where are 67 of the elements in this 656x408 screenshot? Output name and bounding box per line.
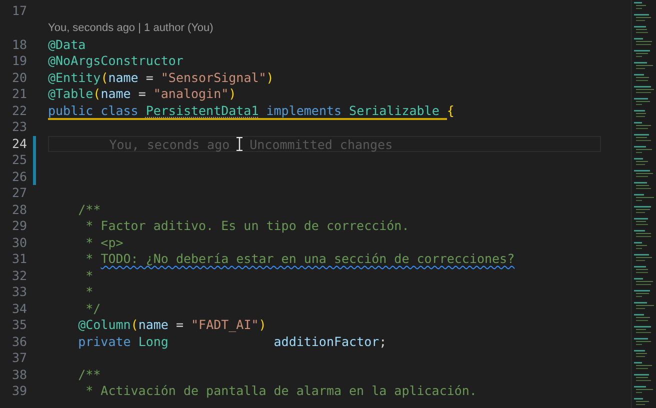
line-number: 18 [10,36,27,53]
code-token: * Factor aditivo. Es un tipo de corrección. [84,218,410,233]
code-token: ( [93,86,101,101]
code-token: * Activación de pantalla de alarma en la aplicación. [84,383,477,398]
code-token: name [100,86,131,101]
code-token: /** [77,366,101,382]
code-token: "analogin" [153,86,229,101]
code-token: ( [130,317,138,332]
code-token: ) [258,317,266,332]
code-token: name [108,70,138,84]
code-token: PersistentData1 [146,102,259,120]
line-number: 31 [10,251,27,268]
line-number: 34 [10,300,27,317]
code-token: */ [84,300,101,316]
blame-annotation: You, seconds ago [108,136,230,152]
code-token: = [174,317,184,332]
code-token: = [137,86,147,101]
code-token: @Column [77,317,131,332]
code-token: name [138,317,168,332]
code-token: = [144,70,154,84]
code-token: /** [77,202,101,216]
line-number: 33 [10,284,27,300]
code-token: @Data [48,36,86,52]
code-token: TODO: ¿No debería estar en una sección de correcciones? [100,251,515,266]
line-number: 24 [10,136,27,152]
line-number: 21 [10,86,27,102]
code-token: @Entity [48,70,101,84]
code-token: ) [266,70,274,84]
line-number: 22 [10,102,27,119]
code-token: * <p> [84,234,124,250]
line-number: 30 [10,234,27,251]
code-token: private [77,334,132,348]
line-number: 32 [10,268,27,284]
code-token: "FADT_AI" [191,317,259,332]
line-number: 27 [10,185,27,202]
minimap-drawing[interactable] [631,0,656,408]
code-token: @Table [48,86,94,101]
line-number: 28 [10,202,27,218]
line-number: 39 [10,383,27,400]
line-number: 36 [10,334,27,350]
code-token: ( [100,70,108,84]
code-token: ; [379,334,387,348]
line-number: 26 [10,168,27,185]
code-token: * [84,251,94,266]
code-token: implements [258,102,350,120]
code-token: ) [228,86,236,101]
codelens-text[interactable]: You, seconds ago | 1 author (You) [48,20,214,36]
code-token: * [84,284,94,299]
line-number: 23 [10,119,27,136]
line-number: 25 [10,152,27,168]
code-token: @NoArgsConstructor [48,53,184,68]
code-token: { [446,102,454,118]
line-number: 19 [10,53,27,70]
code-token: Long [138,334,170,348]
line-number: 37 [10,350,27,366]
blame-annotation: Uncommitted changes [250,136,393,152]
code-token: "SensorSignal" [160,70,266,84]
text-cursor-icon [236,136,243,150]
code-token: * [84,268,94,282]
line-number: 17 [10,3,27,20]
line-number: 35 [10,317,27,334]
line-number: 29 [10,218,27,234]
line-number: 38 [10,366,27,383]
code-token: additionFactor [274,334,380,348]
line-number: 20 [10,70,27,86]
code-token: Serializable [349,102,447,120]
code-token: public class [48,102,146,120]
